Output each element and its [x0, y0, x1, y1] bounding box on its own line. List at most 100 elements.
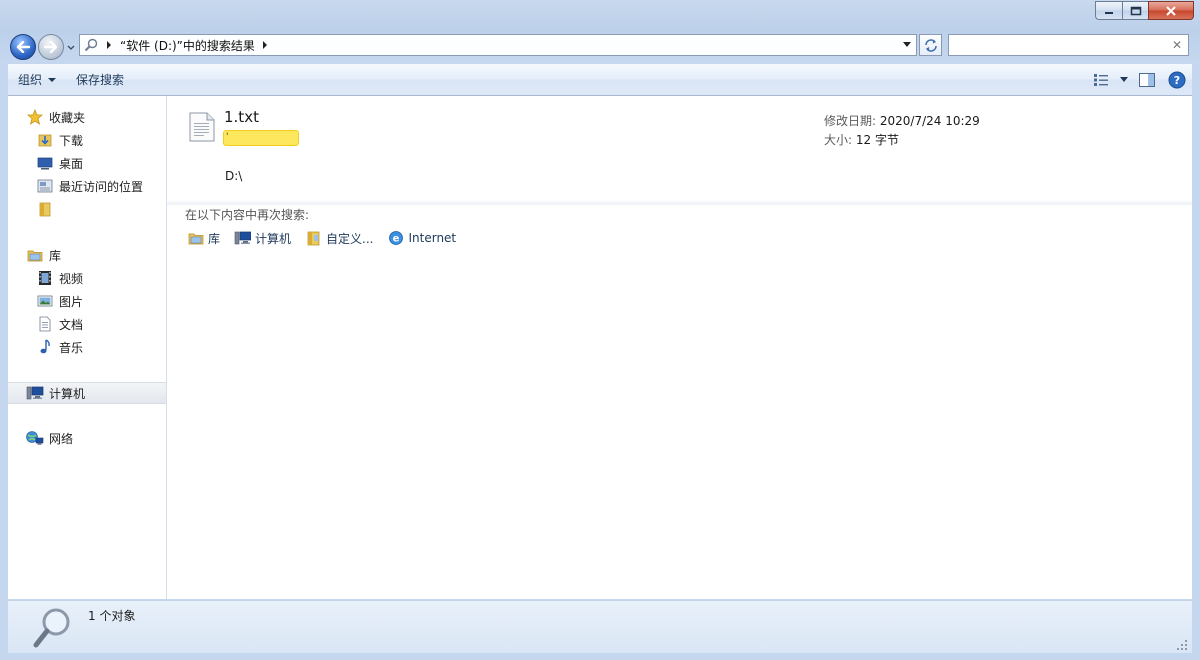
address-bar[interactable]: “软件 (D:)”中的搜索结果 [79, 34, 917, 56]
search-again-internet[interactable]: e Internet [387, 228, 456, 248]
minimize-button[interactable] [1095, 1, 1122, 20]
file-name[interactable]: 1.txt [224, 108, 259, 126]
clear-search-icon[interactable]: ✕ [1172, 38, 1182, 52]
refresh-button[interactable] [919, 34, 942, 56]
sidebar-item-label: 网络 [49, 431, 74, 446]
sidebar-item-computer[interactable]: 计算机 [8, 382, 166, 404]
text-file-icon [189, 112, 215, 142]
sidebar-item-favorites[interactable]: 收藏夹 [8, 106, 166, 128]
sidebar-item-desktop[interactable]: 桌面 [8, 152, 166, 174]
organize-menu-button[interactable]: 组织 [8, 68, 66, 92]
results-pane: 1.txt ' D:\ 修改日期: 2020/7/24 10:29 大小: 12… [167, 96, 1192, 599]
internet-explorer-icon: e [387, 230, 404, 247]
sidebar-item-label: 收藏夹 [49, 110, 86, 125]
search-again-custom[interactable]: 自定义... [305, 228, 373, 248]
back-button[interactable] [10, 34, 36, 60]
custom-folder-icon [305, 230, 322, 247]
help-button[interactable]: ? [1162, 68, 1192, 92]
sidebar-item-label: 桌面 [59, 156, 84, 171]
arrow-right-icon [44, 41, 58, 53]
recent-places-icon [36, 177, 54, 195]
link-label: 自定义... [326, 231, 374, 246]
resize-grip-icon[interactable] [1176, 639, 1188, 651]
save-search-button[interactable]: 保存搜索 [66, 68, 134, 92]
search-input[interactable] [953, 35, 1157, 55]
divider [167, 200, 1192, 206]
breadcrumb-search-results[interactable]: “软件 (D:)”中的搜索结果 [116, 37, 258, 54]
preview-pane-icon [1139, 72, 1155, 87]
chevron-down-icon [903, 42, 911, 47]
library-icon [26, 246, 44, 264]
recent-pages-dropdown[interactable] [66, 43, 75, 52]
sidebar-item-documents[interactable]: 文档 [8, 313, 166, 335]
chevron-down-icon [48, 77, 57, 82]
preview-pane-button[interactable] [1132, 68, 1162, 92]
refresh-icon [924, 39, 937, 52]
folder-icon [36, 200, 54, 218]
sidebar-item-videos[interactable]: 视频 [8, 267, 166, 289]
help-icon: ? [1168, 71, 1186, 88]
explorer-window: “软件 (D:)”中的搜索结果 ✕ 组织 保存搜索 ? 收藏夹 下载 桌面 最近… [0, 0, 1200, 660]
sidebar-item-label: 库 [49, 248, 62, 263]
sidebar-item-label: 音乐 [59, 340, 84, 355]
sidebar-item-label: 文档 [59, 317, 84, 332]
desktop-icon [36, 154, 54, 172]
link-label: 库 [208, 231, 221, 246]
sidebar-item-folder[interactable] [8, 198, 166, 220]
library-icon [187, 230, 204, 247]
maximize-icon [1130, 6, 1141, 15]
sidebar-item-music[interactable]: 音乐 [8, 336, 166, 358]
forward-button[interactable] [38, 34, 64, 60]
search-again-computer[interactable]: 计算机 [234, 228, 291, 248]
change-view-button[interactable] [1086, 68, 1116, 92]
address-dropdown-button[interactable] [898, 35, 916, 55]
sidebar-item-label: 视频 [59, 271, 84, 286]
document-icon [36, 315, 54, 333]
sidebar-item-label: 最近访问的位置 [59, 179, 144, 194]
status-bar: 1 个对象 [8, 600, 1192, 653]
music-note-icon [36, 338, 54, 356]
sidebar-item-pictures[interactable]: 图片 [8, 290, 166, 312]
file-size: 大小: 12 字节 [824, 131, 899, 148]
sidebar-item-downloads[interactable]: 下载 [8, 129, 166, 151]
file-size-value: 12 字节 [855, 133, 899, 147]
svg-text:e: e [393, 234, 400, 245]
modified-date: 修改日期: 2020/7/24 10:29 [824, 112, 980, 129]
breadcrumb-arrow-icon[interactable] [102, 41, 116, 49]
view-list-icon [1094, 73, 1108, 86]
sidebar-item-label: 下载 [59, 133, 84, 148]
link-label: 计算机 [255, 231, 292, 246]
minimize-icon [1105, 11, 1113, 14]
chevron-down-icon [67, 45, 74, 50]
search-icon [80, 35, 102, 55]
breadcrumb-arrow-icon[interactable] [258, 41, 272, 49]
network-icon [26, 429, 44, 447]
sidebar-item-network[interactable]: 网络 [8, 427, 166, 449]
search-box[interactable]: ✕ [948, 34, 1189, 56]
save-search-label: 保存搜索 [76, 73, 125, 87]
maximize-button[interactable] [1122, 1, 1148, 20]
search-again-heading: 在以下内容中再次搜索: [185, 208, 310, 222]
navigation-pane: 收藏夹 下载 桌面 最近访问的位置 库 视频 图片 文档 音乐 计算机 网络 [8, 96, 167, 599]
search-snippet-highlight: ' [223, 130, 299, 146]
search-icon [32, 605, 76, 649]
close-button[interactable] [1148, 1, 1194, 20]
computer-icon [26, 384, 44, 402]
window-controls [1095, 1, 1194, 21]
sidebar-item-recent[interactable]: 最近访问的位置 [8, 175, 166, 197]
search-again-libraries[interactable]: 库 [187, 228, 220, 248]
close-icon [1166, 5, 1176, 16]
view-options-dropdown[interactable] [1116, 68, 1132, 92]
sidebar-item-libraries[interactable]: 库 [8, 244, 166, 266]
command-bar: 组织 保存搜索 ? [8, 64, 1192, 96]
download-folder-icon [36, 131, 54, 149]
chevron-down-icon [1120, 77, 1128, 82]
file-location: D:\ [225, 169, 243, 183]
computer-icon [234, 230, 252, 247]
video-icon [36, 269, 54, 287]
modified-date-value: 2020/7/24 10:29 [879, 114, 980, 128]
picture-icon [36, 292, 54, 310]
arrow-left-icon [16, 41, 30, 53]
search-again-links: 库 计算机 自定义... e Internet [187, 228, 456, 248]
file-size-label: 大小: [824, 133, 853, 147]
